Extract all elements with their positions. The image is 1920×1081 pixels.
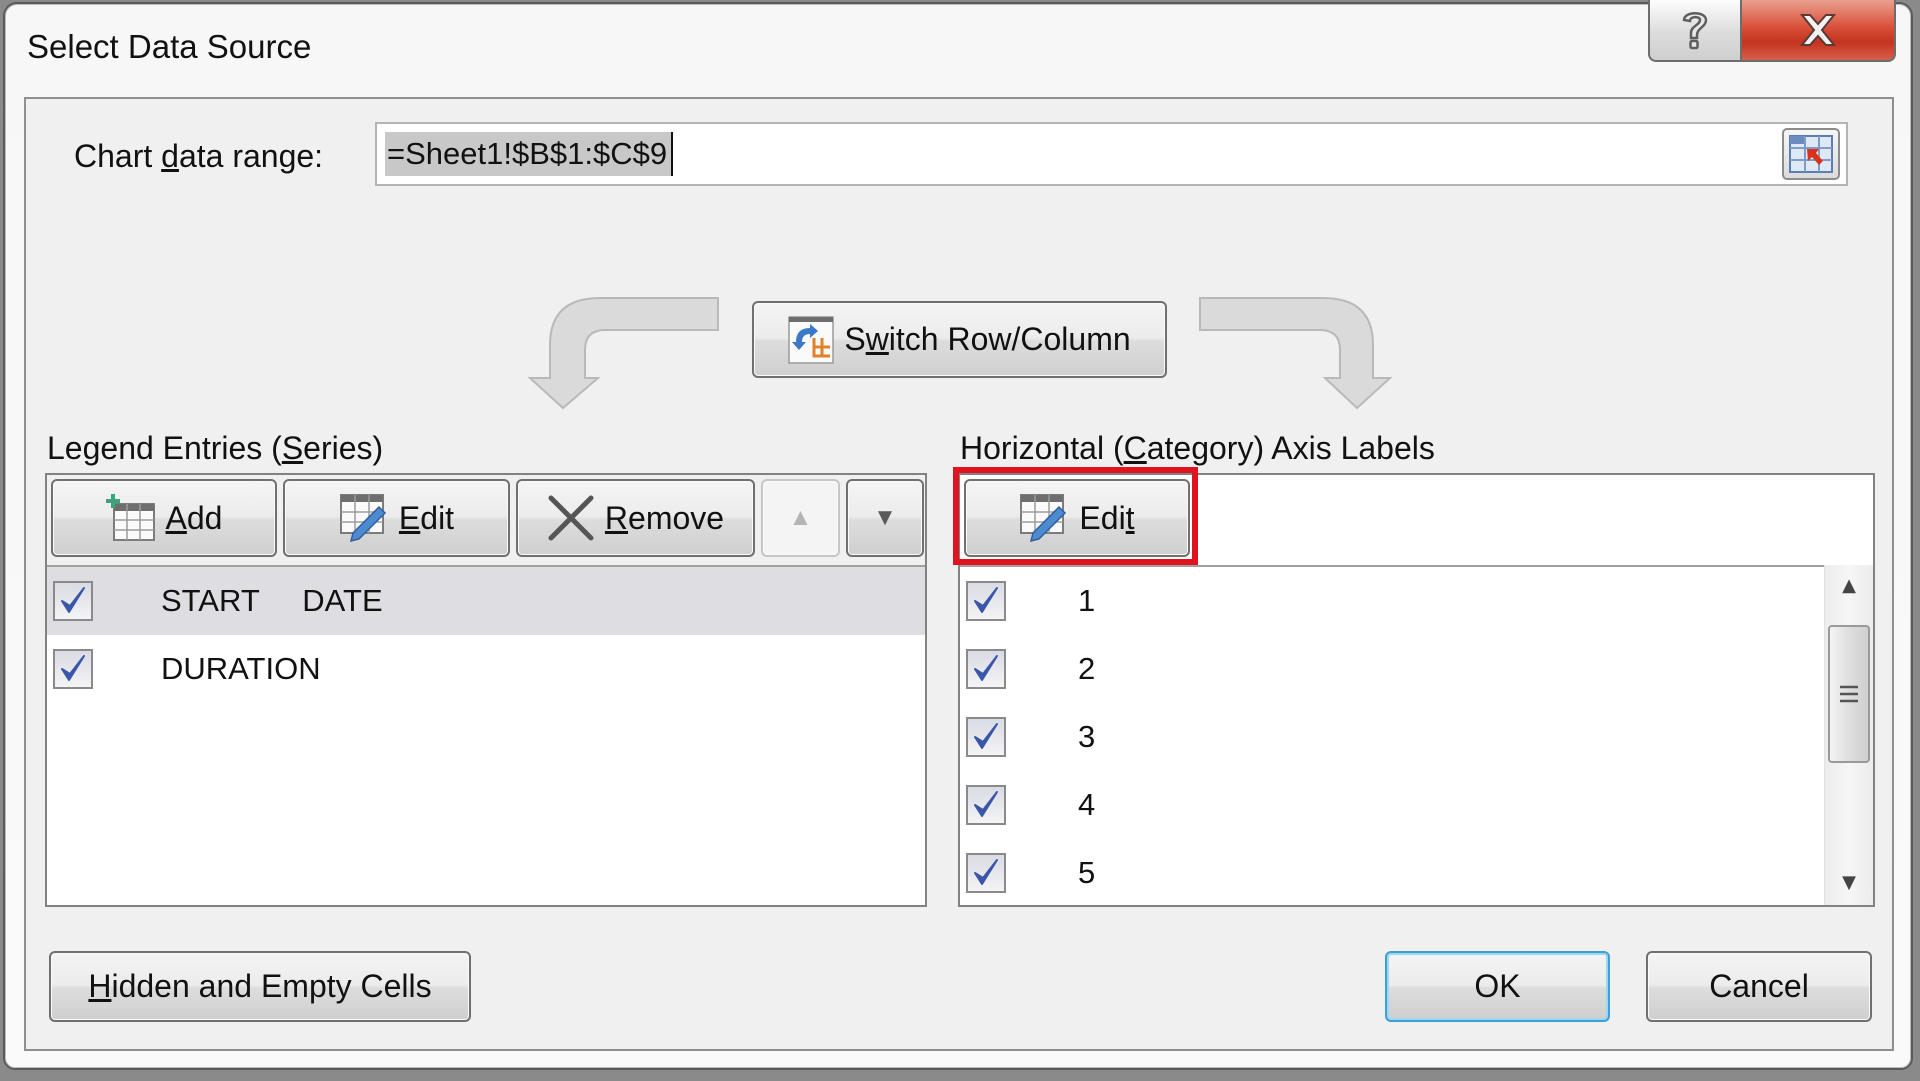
category-checkbox[interactable] [966, 717, 1006, 757]
highlight-annotation [953, 467, 1198, 565]
series-row[interactable]: START DATE [47, 567, 925, 635]
category-checkbox[interactable] [966, 785, 1006, 825]
help-button[interactable] [1648, 0, 1740, 62]
check-icon [974, 655, 998, 681]
check-icon [61, 655, 85, 681]
edit-series-label: Edit [398, 499, 455, 536]
remove-series-label: Remove [604, 499, 725, 536]
hidden-empty-cells-label: Hidden and Empty Cells [88, 968, 432, 1004]
check-icon [974, 859, 998, 885]
switch-row-column-label: Switch Row/Column [844, 321, 1131, 357]
switch-row-column-icon [788, 315, 835, 364]
add-series-label: Add [165, 499, 223, 536]
category-label-row[interactable]: 2 [960, 635, 1825, 703]
category-label-value: 2 [1078, 651, 1096, 686]
category-label-value: 4 [1078, 787, 1096, 822]
category-label-row[interactable]: 5 [960, 839, 1825, 907]
check-icon [61, 587, 85, 613]
legend-entries-listbox[interactable]: Add Edit Remove ▲ ▼ START DATE DURATION [45, 473, 927, 907]
category-label-row[interactable]: 4 [960, 771, 1825, 839]
category-checkbox[interactable] [966, 853, 1006, 893]
category-axis-heading: Horizontal (Category) Axis Labels [960, 430, 1435, 466]
category-label-row[interactable]: 3 [960, 703, 1825, 771]
add-series-button[interactable]: Add [51, 479, 277, 557]
collapse-dialog-button[interactable] [1782, 128, 1840, 180]
move-up-button[interactable]: ▲ [761, 479, 840, 557]
cancel-label: Cancel [1709, 968, 1809, 1004]
edit-series-button[interactable]: Edit [283, 479, 510, 557]
category-label-row[interactable]: 1 [960, 567, 1825, 635]
scroll-down-arrow[interactable]: ▼ [1825, 872, 1873, 893]
switch-row-column-button[interactable]: Switch Row/Column [752, 301, 1167, 378]
move-down-icon: ▼ [873, 504, 897, 531]
category-label-value: 5 [1078, 855, 1096, 890]
close-icon [1799, 14, 1837, 46]
help-icon [1682, 12, 1708, 50]
dialog-title: Select Data Source [27, 28, 312, 65]
edit-series-icon [339, 494, 386, 543]
series-name: START DATE [161, 583, 383, 618]
grip-icon [1840, 685, 1858, 703]
cancel-button[interactable]: Cancel [1646, 951, 1872, 1022]
hidden-empty-cells-button[interactable]: Hidden and Empty Cells [49, 951, 471, 1022]
ok-button[interactable]: OK [1385, 951, 1610, 1022]
series-name: DURATION [161, 651, 321, 686]
series-checkbox[interactable] [53, 649, 93, 689]
chart-data-range-value[interactable]: =Sheet1!$B$1:$C$9 [385, 132, 674, 176]
scrollbar-thumb[interactable] [1828, 625, 1870, 763]
scroll-up-arrow[interactable]: ▲ [1825, 575, 1873, 596]
category-scrollbar[interactable]: ▲ ▼ [1824, 565, 1873, 905]
range-picker-icon [1789, 135, 1833, 173]
remove-series-button[interactable]: Remove [516, 479, 755, 557]
check-icon [974, 587, 998, 613]
category-checkbox[interactable] [966, 649, 1006, 689]
chart-data-range-input[interactable]: =Sheet1!$B$1:$C$9 [375, 122, 1848, 186]
move-down-button[interactable]: ▼ [846, 479, 924, 557]
add-series-icon [105, 494, 155, 541]
category-label-value: 3 [1078, 719, 1096, 754]
remove-icon [548, 495, 594, 541]
legend-toolbar: Add Edit Remove ▲ ▼ [47, 475, 925, 567]
chart-data-range-label: Chart data range: [74, 138, 324, 174]
series-checkbox[interactable] [53, 581, 93, 621]
ok-label: OK [1474, 968, 1521, 1004]
legend-entries-heading: Legend Entries (Series) [47, 430, 384, 466]
move-up-icon: ▲ [788, 504, 813, 531]
check-icon [974, 791, 998, 817]
close-button[interactable] [1740, 0, 1896, 62]
category-checkbox[interactable] [966, 581, 1006, 621]
category-label-value: 1 [1078, 583, 1096, 618]
check-icon [974, 723, 998, 749]
right-curved-arrow-icon [1199, 297, 1393, 410]
series-row[interactable]: DURATION [47, 635, 925, 703]
left-curved-arrow-icon [527, 297, 719, 410]
